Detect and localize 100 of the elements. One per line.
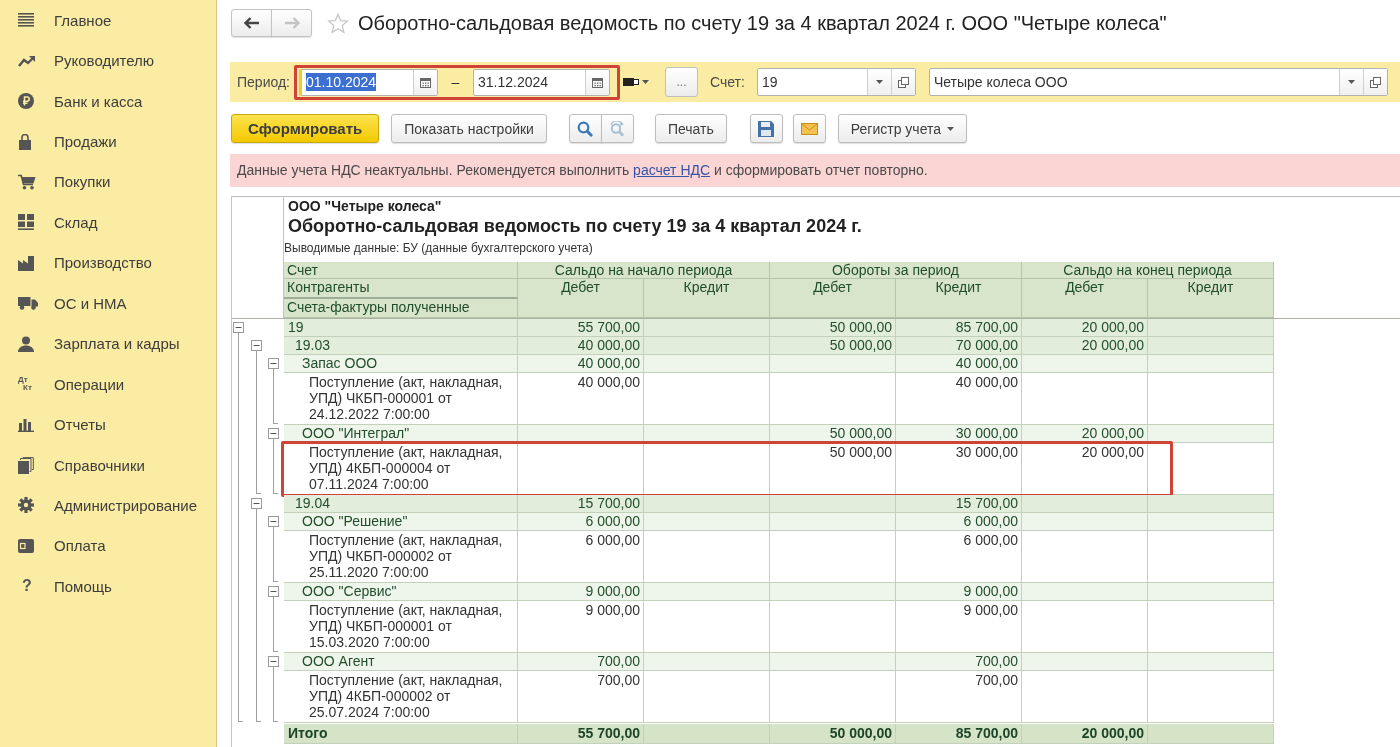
collapse-toggle[interactable]: [233, 322, 244, 333]
tree-connector: [273, 597, 278, 652]
truck-icon: [18, 296, 38, 311]
column-header: Кредит: [896, 279, 1022, 318]
sidebar-item[interactable]: Зарплата и кадры: [0, 323, 216, 364]
vat-calculation-link[interactable]: расчет НДС: [633, 162, 711, 178]
sidebar-item[interactable]: Руководителю: [0, 40, 216, 81]
date-field[interactable]: 01.10.2024: [299, 68, 438, 96]
help-icon: ?: [18, 578, 32, 595]
tree-connector: [273, 667, 278, 722]
more-button[interactable]: ...: [665, 67, 698, 97]
table-cell: ООО "Интеграл": [284, 425, 518, 443]
open-button[interactable]: [1363, 69, 1387, 95]
report-note: Выводимые данные: БУ (данные бухгалтерского учета): [284, 241, 594, 256]
calendar-icon: [592, 76, 603, 88]
table-cell: 700,00: [518, 671, 644, 723]
factory-icon: [18, 254, 34, 271]
organization-name: ООО "Четыре колеса": [287, 197, 443, 215]
account-field[interactable]: 19: [756, 68, 916, 96]
stacked-pages-icon: [18, 456, 34, 474]
column-header: Сальдо на начало периода: [518, 262, 770, 279]
overlapping-squares-icon: [897, 76, 909, 88]
dropdown-button[interactable]: [1339, 69, 1363, 95]
toolbar-button[interactable]: Показать настройки: [391, 114, 547, 143]
debit-credit-icon: Дт Кт: [18, 376, 32, 393]
sidebar-item[interactable]: Покупки: [0, 161, 216, 203]
calendar-icon: [420, 76, 431, 88]
calendar-button[interactable]: [413, 69, 437, 95]
column-header: Счета-фактуры полученные: [284, 299, 518, 318]
sidebar-item[interactable]: Отчеты: [0, 404, 216, 445]
tree-connector: [273, 439, 278, 494]
tree-connector: [273, 527, 278, 582]
collapse-toggle[interactable]: [268, 656, 279, 667]
collapse-toggle[interactable]: [268, 516, 279, 527]
collapse-toggle[interactable]: [268, 358, 279, 369]
collapse-toggle[interactable]: [268, 428, 279, 439]
period-label: Период:: [237, 74, 290, 90]
overlapping-squares-icon: [1370, 76, 1381, 88]
column-header: Сальдо на конец периода: [1022, 262, 1274, 279]
column-header: Дебет: [518, 279, 644, 318]
table-cell: 30 000,00: [896, 425, 1022, 443]
save-button[interactable]: [749, 114, 783, 143]
sidebar-item[interactable]: Банк и касса: [0, 80, 216, 122]
trend-up-icon: [18, 54, 36, 67]
cart-icon: [18, 173, 36, 190]
sidebar-item[interactable]: ОС и НМА: [0, 283, 216, 324]
search-button[interactable]: [568, 114, 602, 143]
sidebar-item[interactable]: Справочники: [0, 444, 216, 486]
column-header: Дебет: [770, 279, 896, 318]
settings-icon: [18, 497, 34, 514]
account-label: Счет:: [710, 74, 745, 90]
dropdown-menu-button[interactable]: Регистр учета: [837, 114, 967, 143]
toolbar-button[interactable]: Печать: [654, 114, 727, 143]
table-cell: 55 700,00: [518, 724, 644, 744]
table-cell: 20 000,00: [1022, 724, 1148, 744]
window-title: Оборотно-сальдовая ведомость по счету 19 за 4 квартал 2024 г. ООО "Четыре колеса": [358, 11, 1167, 35]
mail-button[interactable]: [792, 114, 826, 143]
caret-icon: [1348, 80, 1355, 84]
column-header: Кредит: [644, 279, 770, 318]
table-cell: 50 000,00: [770, 724, 896, 744]
date-field[interactable]: 31.12.2024: [473, 68, 610, 96]
report-title: Оборотно-сальдовая ведомость по счету 19 за 4 квартал 2024 г.: [287, 215, 862, 237]
open-button[interactable]: [890, 69, 915, 95]
menu-icon: [18, 13, 34, 28]
collapse-toggle[interactable]: [250, 340, 262, 351]
wallet-icon: [18, 538, 34, 553]
sidebar-item[interactable]: Склад: [0, 202, 216, 243]
generate-button[interactable]: Сформировать: [231, 114, 380, 143]
magnifier-arrow-icon: [608, 120, 626, 137]
sidebar-item[interactable]: Производство: [0, 242, 216, 284]
arrow-left-icon: [243, 17, 260, 29]
calendar-button[interactable]: [585, 69, 609, 95]
table-cell: 20 000,00: [1022, 425, 1148, 443]
sidebar-item[interactable]: ? Помощь: [0, 566, 216, 607]
caret-icon: [875, 80, 883, 84]
collapse-toggle[interactable]: [268, 586, 279, 597]
column-header: Кредит: [1148, 279, 1274, 318]
organization-field[interactable]: Четыре колеса ООО: [928, 68, 1388, 96]
sidebar-item[interactable]: Администрирование: [0, 485, 216, 526]
column-header: Контрагенты: [284, 279, 518, 299]
table-cell: 700,00: [896, 671, 1022, 723]
sidebar-item[interactable]: Оплата: [0, 525, 216, 567]
search-icon: [577, 120, 594, 137]
table-cell: 85 700,00: [896, 724, 1022, 744]
caret-icon: [642, 80, 649, 84]
shopping-bag-icon: [18, 133, 32, 150]
switch-icon: [623, 78, 639, 86]
arrow-right-icon: [283, 17, 300, 29]
sidebar-item[interactable]: Главное: [0, 0, 216, 41]
star-icon[interactable]: [327, 12, 349, 34]
person-icon: [18, 335, 34, 352]
collapse-toggle[interactable]: [250, 498, 262, 509]
dropdown-button[interactable]: [866, 69, 891, 95]
tree-connector: [273, 369, 278, 424]
bar-chart-icon: [18, 417, 34, 432]
sidebar-item[interactable]: Продажи: [0, 121, 216, 162]
back-button[interactable]: [231, 9, 272, 37]
sidebar-item[interactable]: Дт Кт Операции: [0, 363, 216, 405]
blocks-icon: [18, 214, 34, 231]
ruble-coin-icon: [18, 93, 34, 110]
